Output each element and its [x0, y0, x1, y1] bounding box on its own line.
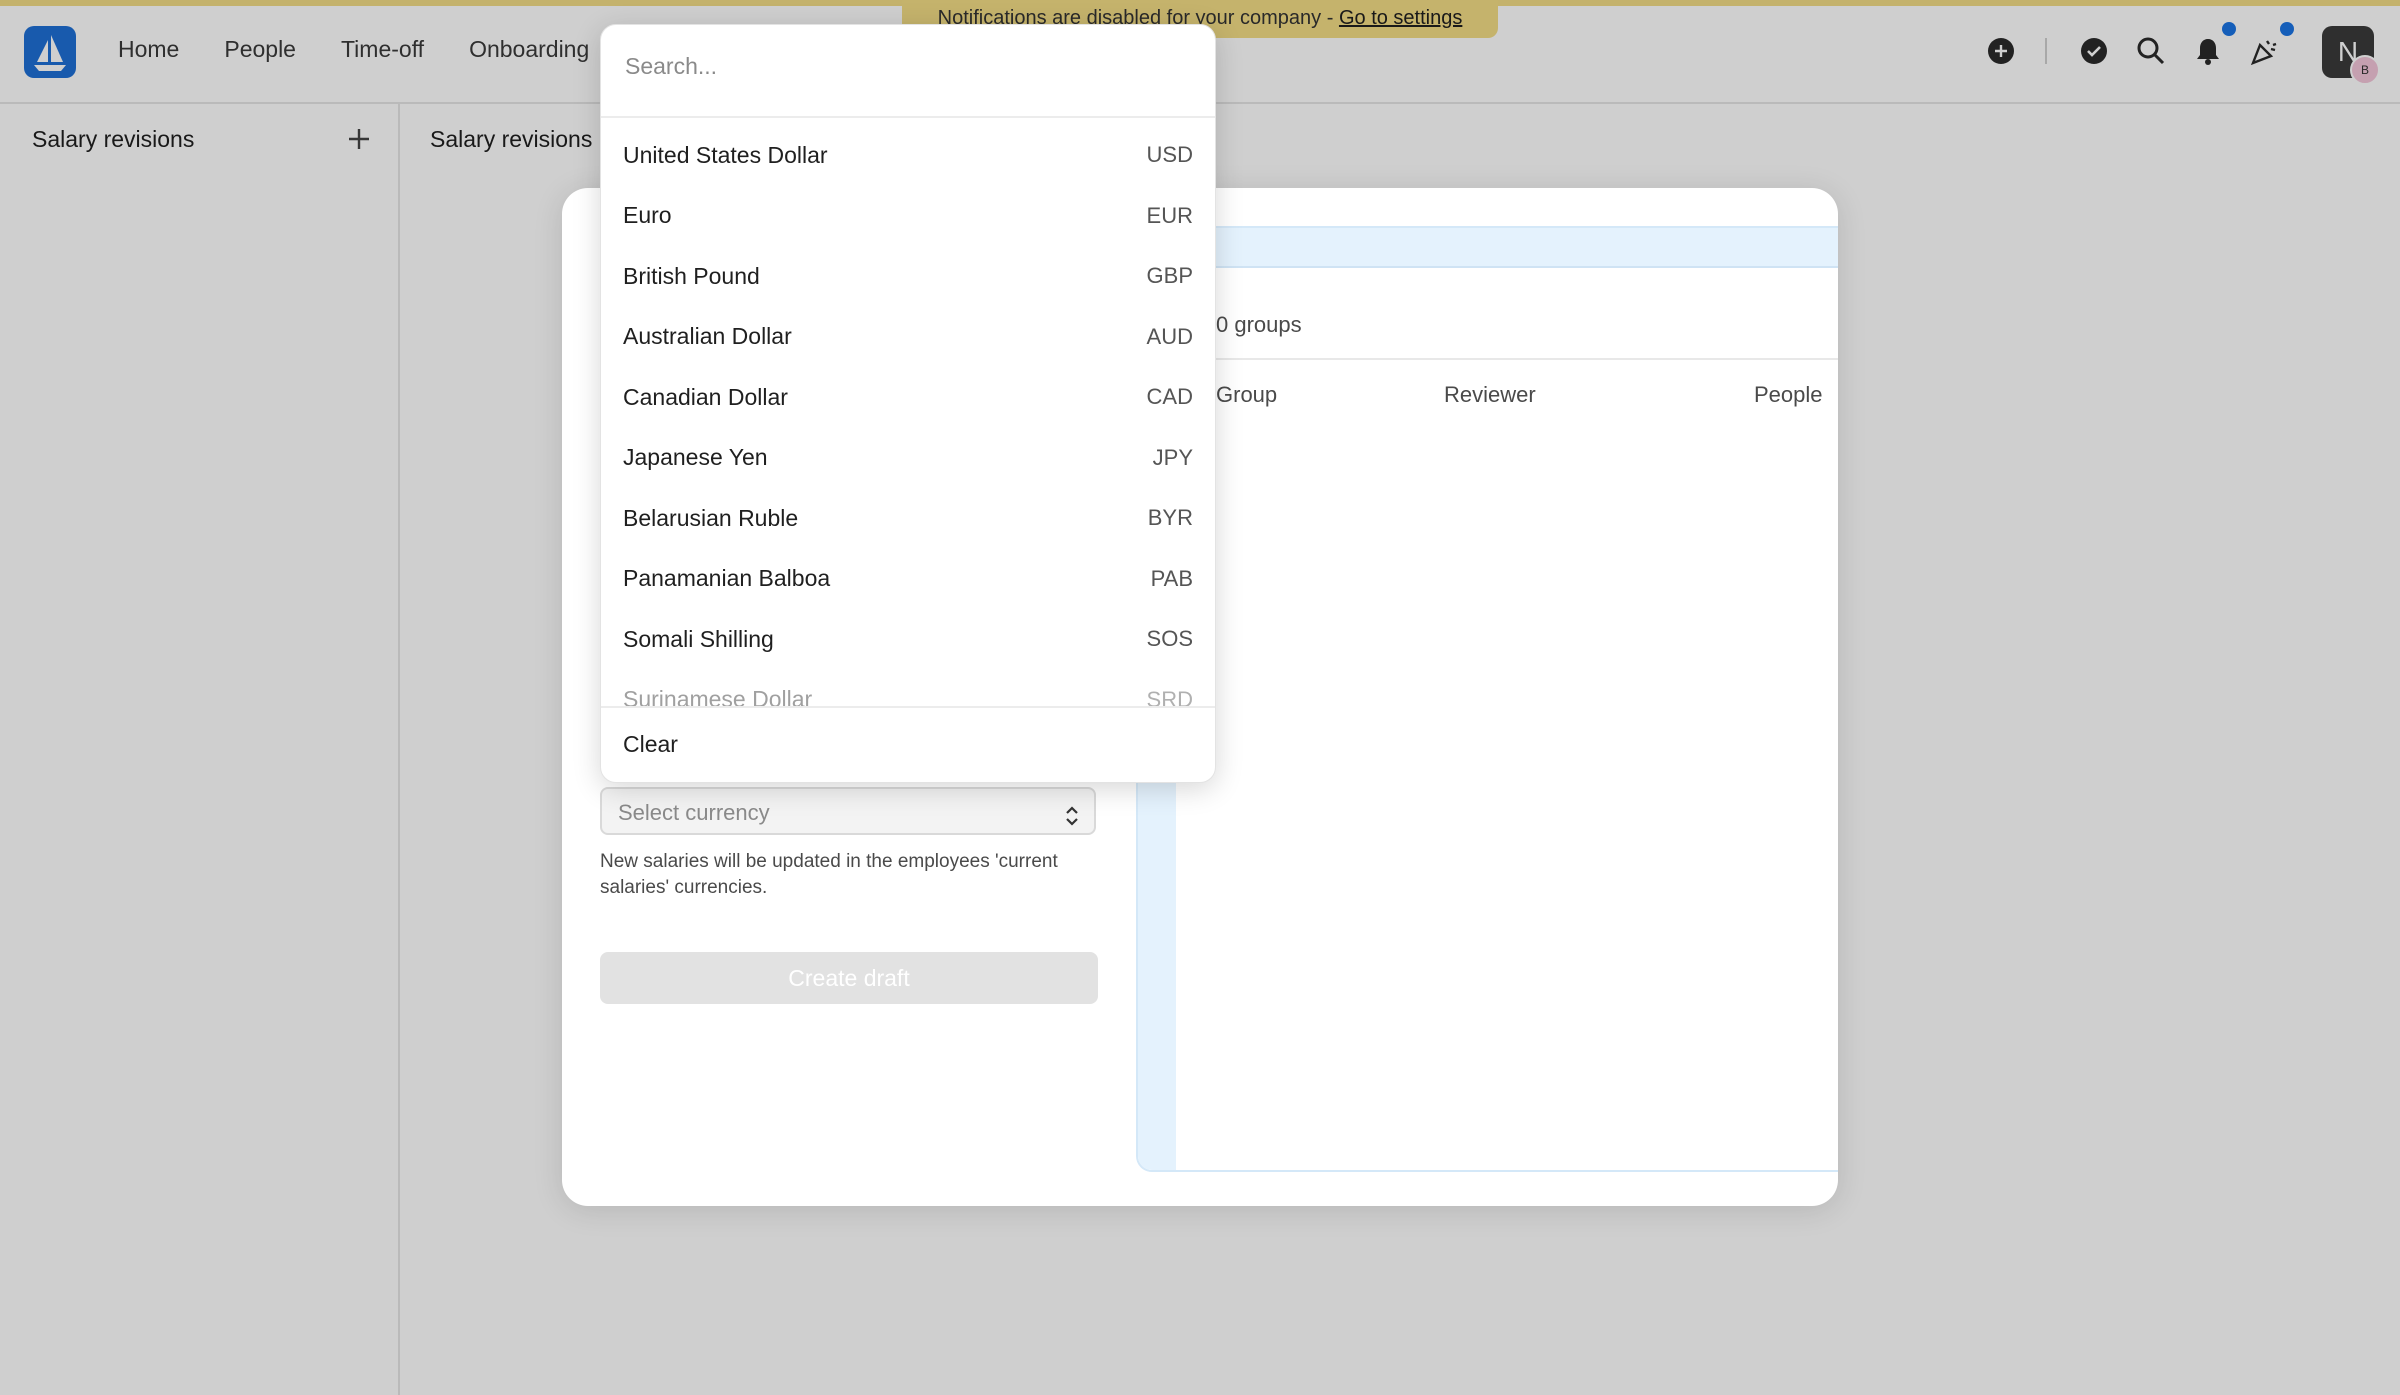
currency-code: SOS: [1146, 626, 1193, 651]
currency-code: AUD: [1146, 323, 1193, 349]
currency-option[interactable]: Surinamese Dollar SRD: [601, 670, 1215, 730]
currency-option[interactable]: Japanese Yen JPY: [601, 428, 1215, 488]
clear-button[interactable]: Clear: [623, 731, 678, 758]
currency-name: Belarusian Ruble: [623, 504, 799, 531]
currency-select[interactable]: Select currency: [600, 787, 1096, 835]
currency-option[interactable]: British Pound GBP: [601, 246, 1215, 306]
clear-divider: [601, 706, 1215, 708]
currency-name: Australian Dollar: [623, 323, 792, 349]
currency-name: Somali Shilling: [623, 625, 774, 652]
currency-name: Japanese Yen: [623, 444, 768, 470]
currency-name: Canadian Dollar: [623, 383, 788, 410]
currency-help-text: New salaries will be updated in the empl…: [600, 851, 1058, 898]
currency-code: BYR: [1147, 505, 1193, 530]
currency-option[interactable]: Belarusian Ruble BYR: [601, 488, 1215, 548]
search-divider: [601, 116, 1215, 118]
create-draft-button[interactable]: Create draft: [600, 952, 1098, 1004]
currency-search-input[interactable]: [623, 47, 1187, 85]
app-root: Home People Time-off Onboarding Notifica…: [0, 0, 2400, 1395]
currency-code: USD: [1146, 142, 1193, 167]
column-header-group: Group: [1216, 382, 1278, 407]
currency-name: Euro: [623, 202, 672, 228]
currency-option[interactable]: Canadian Dollar CAD: [601, 367, 1215, 427]
currency-option[interactable]: Euro EUR: [601, 186, 1215, 246]
chevron-up-down-icon: [1064, 799, 1080, 827]
currency-code: CAD: [1146, 384, 1193, 409]
currency-dropdown: United States Dollar USD Euro EUR British Po…: [600, 24, 1216, 783]
currency-option[interactable]: Australian Dollar AUD: [601, 307, 1215, 367]
currency-code: PAB: [1150, 565, 1193, 591]
preview-divider: [1176, 358, 1838, 360]
currency-code: SRD: [1146, 686, 1193, 712]
currency-code: GBP: [1146, 263, 1193, 288]
currency-option[interactable]: Panamanian Balboa PAB: [601, 549, 1215, 609]
column-header-people: People: [1754, 382, 1823, 407]
currency-code: JPY: [1152, 444, 1193, 470]
currency-option[interactable]: Somali Shilling SOS: [601, 609, 1215, 669]
currency-name: British Pound: [623, 262, 760, 289]
groups-count: 0 groups: [1216, 312, 1302, 337]
currency-name: Panamanian Balboa: [623, 565, 831, 591]
currency-name: United States Dollar: [623, 141, 828, 168]
currency-select-value: Select currency: [618, 800, 770, 825]
preview-header-bar: [1138, 228, 1838, 268]
currency-name: Surinamese Dollar: [623, 686, 813, 712]
currency-code: EUR: [1146, 202, 1193, 228]
column-header-reviewer: Reviewer: [1444, 382, 1536, 407]
currency-option[interactable]: United States Dollar USD: [601, 125, 1215, 185]
groups-preview-panel: 0 groups Group Reviewer People: [1136, 226, 1838, 1172]
